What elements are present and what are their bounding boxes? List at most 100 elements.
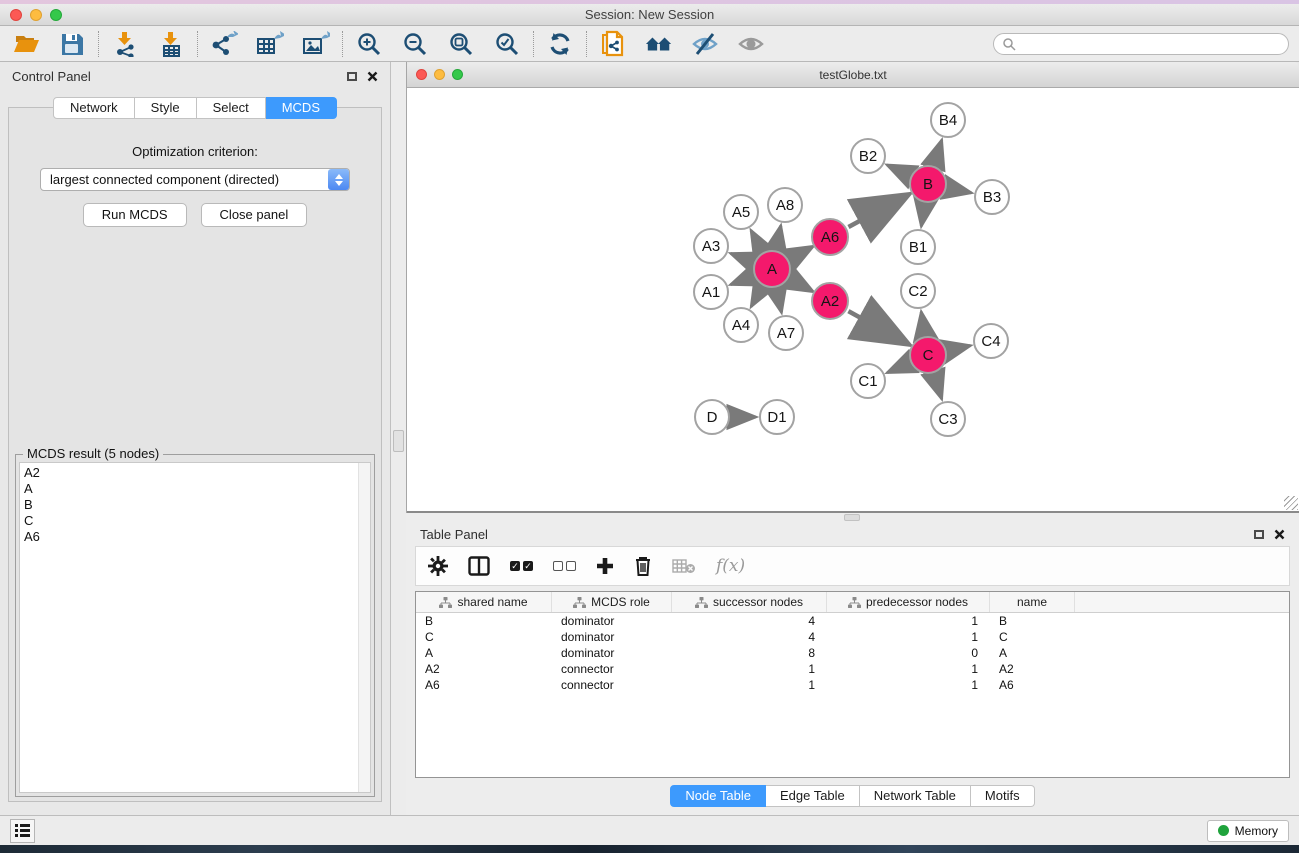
edge-A-A6[interactable] [790,248,810,259]
cell-successor-nodes[interactable]: 8 [672,646,827,660]
search-field[interactable] [993,33,1289,55]
function-builder-icon[interactable]: f(x) [716,556,745,576]
network-from-selection-icon[interactable] [599,30,627,58]
cell-successor-nodes[interactable]: 1 [672,662,827,676]
select-all-checkboxes-icon[interactable]: ✓✓ [510,561,533,571]
cell-name[interactable]: A [990,646,1075,660]
tab-network[interactable]: Network [53,97,135,119]
close-window-icon[interactable] [10,9,22,21]
graph-node-B[interactable]: B [909,165,947,203]
result-list-scrollbar[interactable] [358,463,370,792]
gear-icon[interactable] [428,556,448,576]
close-table-panel-icon[interactable] [1274,529,1285,540]
column-layout-icon[interactable] [468,556,490,576]
graph-node-B3[interactable]: B3 [974,179,1010,215]
column-header-MCDS-role[interactable]: MCDS role [552,592,672,612]
cell-successor-nodes[interactable]: 4 [672,630,827,644]
table-tab-motifs[interactable]: Motifs [971,785,1035,807]
maximize-window-icon[interactable] [50,9,62,21]
edge-B-B1[interactable] [921,205,924,227]
graph-node-A3[interactable]: A3 [693,228,729,264]
float-table-panel-icon[interactable] [1254,530,1264,539]
save-session-icon[interactable] [58,30,86,58]
close-panel-icon[interactable] [367,71,378,82]
splitter-grip[interactable] [393,430,404,452]
cell-predecessor-nodes[interactable]: 0 [827,646,990,660]
minimize-network-window-icon[interactable] [434,69,445,80]
cell-shared-name[interactable]: B [416,614,552,628]
deselect-all-checkboxes-icon[interactable] [553,561,576,571]
edge-A-A3[interactable] [731,253,753,261]
export-image-icon[interactable] [302,30,330,58]
graph-node-B1[interactable]: B1 [900,229,936,265]
result-item-b[interactable]: B [20,497,358,513]
tab-select[interactable]: Select [197,97,266,119]
zoom-selected-icon[interactable] [493,30,521,58]
cell-successor-nodes[interactable]: 4 [672,614,827,628]
cell-MCDS-role[interactable]: connector [552,662,672,676]
task-history-button[interactable] [10,819,35,843]
graph-node-A7[interactable]: A7 [768,315,804,351]
cell-predecessor-nodes[interactable]: 1 [827,630,990,644]
graph-node-A4[interactable]: A4 [723,307,759,343]
hide-selected-icon[interactable] [691,30,719,58]
cell-shared-name[interactable]: A2 [416,662,552,676]
edge-C-C4[interactable] [948,346,970,351]
result-item-a2[interactable]: A2 [20,465,358,481]
run-mcds-button[interactable]: Run MCDS [83,203,187,227]
cell-successor-nodes[interactable]: 1 [672,678,827,692]
graph-node-C2[interactable]: C2 [900,273,936,309]
cell-shared-name[interactable]: A [416,646,552,660]
edge-B-B4[interactable] [934,140,941,164]
cell-predecessor-nodes[interactable]: 1 [827,662,990,676]
refresh-icon[interactable] [546,30,574,58]
export-network-icon[interactable] [210,30,238,58]
delete-table-icon[interactable] [672,558,696,574]
edge-A-A8[interactable] [776,226,781,249]
cell-name[interactable]: B [990,614,1075,628]
open-session-icon[interactable] [12,30,40,58]
edge-A-A1[interactable] [731,276,753,284]
edge-A6-B[interactable] [848,194,908,227]
graph-node-A2[interactable]: A2 [811,282,849,320]
add-icon[interactable] [596,557,614,575]
trash-icon[interactable] [634,556,652,576]
cell-MCDS-role[interactable]: dominator [552,646,672,660]
graph-node-D1[interactable]: D1 [759,399,795,435]
graph-node-C[interactable]: C [909,336,947,374]
result-item-a[interactable]: A [20,481,358,497]
graph-node-C4[interactable]: C4 [973,323,1009,359]
maximize-network-window-icon[interactable] [452,69,463,80]
cell-predecessor-nodes[interactable]: 1 [827,614,990,628]
edge-A-A4[interactable] [751,287,762,306]
edge-B-B2[interactable] [887,165,909,175]
edge-C-C3[interactable] [934,375,941,399]
cell-MCDS-role[interactable]: dominator [552,630,672,644]
column-header-successor-nodes[interactable]: successor nodes [672,592,827,612]
graph-node-B4[interactable]: B4 [930,102,966,138]
table-tab-node-table[interactable]: Node Table [670,785,766,807]
edge-C-C1[interactable] [887,363,908,372]
memory-button[interactable]: Memory [1207,820,1289,842]
edge-A-A5[interactable] [751,230,762,250]
cell-MCDS-role[interactable]: dominator [552,614,672,628]
zoom-in-icon[interactable] [355,30,383,58]
cell-shared-name[interactable]: C [416,630,552,644]
result-item-c[interactable]: C [20,513,358,529]
import-network-icon[interactable] [111,30,139,58]
cell-name[interactable]: C [990,630,1075,644]
close-network-window-icon[interactable] [416,69,427,80]
graph-node-C3[interactable]: C3 [930,401,966,437]
graph-node-A5[interactable]: A5 [723,194,759,230]
criterion-dropdown[interactable]: largest connected component (directed) [40,168,350,191]
table-tab-edge-table[interactable]: Edge Table [766,785,860,807]
table-tab-network-table[interactable]: Network Table [860,785,971,807]
horizontal-splitter-grip[interactable] [844,514,860,521]
network-canvas[interactable]: B4B2BB3A8A5A6A3B1AC2A1A2A4A7C4CC1C3DD1 [407,88,1299,513]
cell-MCDS-role[interactable]: connector [552,678,672,692]
cell-shared-name[interactable]: A6 [416,678,552,692]
graph-node-A1[interactable]: A1 [693,274,729,310]
graph-node-C1[interactable]: C1 [850,363,886,399]
edge-B-B3[interactable] [949,188,972,193]
cell-predecessor-nodes[interactable]: 1 [827,678,990,692]
